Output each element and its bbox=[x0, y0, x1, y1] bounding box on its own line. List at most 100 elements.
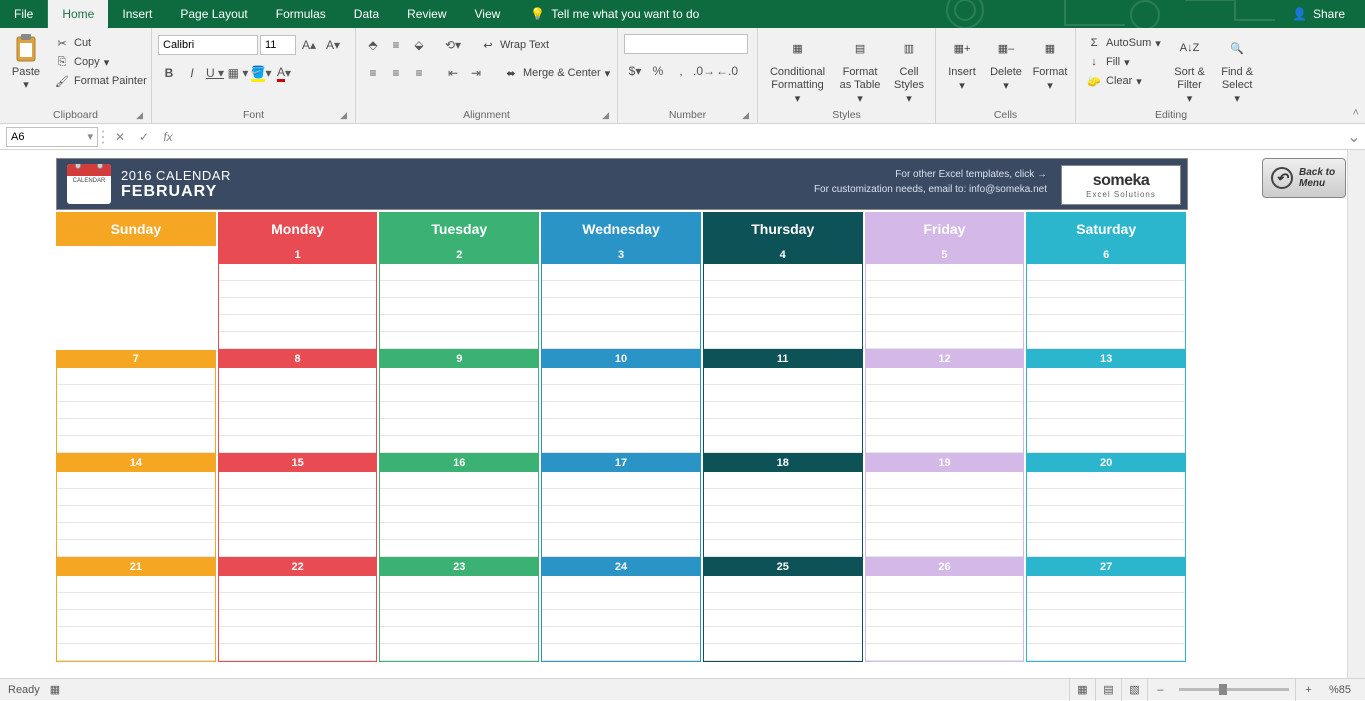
calendar-cell[interactable]: 23 bbox=[379, 558, 541, 662]
indent-increase-icon[interactable]: ⇥ bbox=[465, 62, 487, 84]
clipboard-dialog-icon[interactable]: ◢ bbox=[136, 110, 143, 121]
calendar-cell[interactable]: 5 bbox=[865, 246, 1027, 350]
copy-button[interactable]: ⎘Copy ▾ bbox=[50, 53, 151, 71]
tab-file[interactable]: File bbox=[0, 0, 48, 28]
view-normal-icon[interactable]: ▦ bbox=[1069, 679, 1095, 701]
calendar-cell[interactable]: 27 bbox=[1026, 558, 1188, 662]
find-select-button[interactable]: 🔍Find & Select▾ bbox=[1214, 30, 1260, 107]
calendar-cell[interactable]: 8 bbox=[218, 350, 380, 454]
calendar-cell[interactable]: 20 bbox=[1026, 454, 1188, 558]
delete-cells-button[interactable]: ▦–Delete▾ bbox=[986, 30, 1026, 94]
calendar-cell[interactable]: 14 bbox=[56, 454, 218, 558]
zoom-in-icon[interactable]: + bbox=[1295, 679, 1321, 701]
tab-formulas[interactable]: Formulas bbox=[262, 0, 340, 28]
calendar-cell[interactable]: 3 bbox=[541, 246, 703, 350]
decrease-decimal-icon[interactable]: ←.0 bbox=[716, 60, 738, 82]
calendar-cell[interactable]: 11 bbox=[703, 350, 865, 454]
conditional-formatting-button[interactable]: ▦Conditional Formatting▾ bbox=[764, 30, 831, 107]
calendar-cell[interactable]: 17 bbox=[541, 454, 703, 558]
align-top-icon[interactable]: ⬘ bbox=[362, 34, 384, 56]
sheet-scroll[interactable]: CALENDAR 2016 CALENDAR FEBRUARY For othe… bbox=[0, 150, 1347, 678]
align-right-icon[interactable]: ≡ bbox=[408, 62, 430, 84]
calendar-cell[interactable]: 6 bbox=[1026, 246, 1188, 350]
increase-decimal-icon[interactable]: .0→ bbox=[693, 60, 715, 82]
font-color-button[interactable]: A▾ bbox=[273, 62, 295, 84]
calendar-cell[interactable]: 15 bbox=[218, 454, 380, 558]
font-dialog-icon[interactable]: ◢ bbox=[340, 110, 347, 121]
insert-cells-button[interactable]: ▦+Insert▾ bbox=[942, 30, 982, 94]
calendar-cell[interactable]: 7 bbox=[56, 350, 218, 454]
calendar-cell[interactable]: 13 bbox=[1026, 350, 1188, 454]
number-format-combo[interactable] bbox=[624, 34, 748, 54]
fb-resize[interactable]: ⋮ bbox=[98, 124, 108, 150]
align-bottom-icon[interactable]: ⬙ bbox=[408, 34, 430, 56]
accounting-format-icon[interactable]: $▾ bbox=[624, 60, 646, 82]
percent-format-icon[interactable]: % bbox=[647, 60, 669, 82]
back-to-menu-button[interactable]: ↶ Back toMenu bbox=[1262, 158, 1346, 198]
tab-view[interactable]: View bbox=[461, 0, 515, 28]
calendar-cell[interactable]: 10 bbox=[541, 350, 703, 454]
format-painter-button[interactable]: 🖌Format Painter bbox=[50, 72, 151, 90]
calendar-cell[interactable]: 22 bbox=[218, 558, 380, 662]
font-size-combo[interactable] bbox=[260, 35, 296, 55]
calendar-cell[interactable]: 1 bbox=[218, 246, 380, 350]
view-page-layout-icon[interactable]: ▤ bbox=[1095, 679, 1121, 701]
align-center-icon[interactable]: ≡ bbox=[385, 62, 407, 84]
view-page-break-icon[interactable]: ▧ bbox=[1121, 679, 1147, 701]
collapse-ribbon-icon[interactable]: ˄ bbox=[1353, 107, 1359, 119]
vertical-scrollbar[interactable] bbox=[1347, 150, 1365, 678]
cut-button[interactable]: ✂Cut bbox=[50, 34, 151, 52]
align-left-icon[interactable]: ≡ bbox=[362, 62, 384, 84]
expand-formula-bar-icon[interactable]: ⌄ bbox=[1343, 127, 1365, 147]
indent-decrease-icon[interactable]: ⇤ bbox=[442, 62, 464, 84]
number-dialog-icon[interactable]: ◢ bbox=[742, 110, 749, 121]
share-button[interactable]: 👤 Share bbox=[1284, 0, 1353, 28]
comma-format-icon[interactable]: , bbox=[670, 60, 692, 82]
formula-input[interactable] bbox=[180, 127, 1343, 147]
fx-icon[interactable]: fx bbox=[156, 124, 180, 150]
zoom-slider[interactable] bbox=[1179, 688, 1289, 691]
format-cells-button[interactable]: ▦Format▾ bbox=[1030, 30, 1070, 94]
underline-button[interactable]: U ▾ bbox=[204, 62, 226, 84]
calendar-cell[interactable]: 19 bbox=[865, 454, 1027, 558]
tab-page-layout[interactable]: Page Layout bbox=[166, 0, 261, 28]
alignment-dialog-icon[interactable]: ◢ bbox=[602, 110, 609, 121]
paste-button[interactable]: Paste▾ bbox=[6, 30, 46, 94]
shrink-font-icon[interactable]: A▾ bbox=[322, 34, 344, 56]
tab-home[interactable]: Home bbox=[48, 0, 108, 28]
tab-insert[interactable]: Insert bbox=[108, 0, 166, 28]
calendar-cell[interactable]: 21 bbox=[56, 558, 218, 662]
sort-filter-button[interactable]: A↓ZSort & Filter▾ bbox=[1169, 30, 1210, 107]
calendar-cell[interactable]: 16 bbox=[379, 454, 541, 558]
clear-button[interactable]: 🧽Clear ▾ bbox=[1082, 72, 1165, 90]
fill-color-button[interactable]: 🪣▾ bbox=[250, 62, 272, 84]
tab-review[interactable]: Review bbox=[393, 0, 460, 28]
grow-font-icon[interactable]: A▴ bbox=[298, 34, 320, 56]
calendar-cell[interactable]: 18 bbox=[703, 454, 865, 558]
calendar-cell[interactable]: 25 bbox=[703, 558, 865, 662]
bold-button[interactable]: B bbox=[158, 62, 180, 84]
calendar-cell[interactable]: 9 bbox=[379, 350, 541, 454]
font-name-combo[interactable] bbox=[158, 35, 258, 55]
cell-styles-button[interactable]: ▥Cell Styles▾ bbox=[889, 30, 929, 107]
fill-button[interactable]: ↓Fill ▾ bbox=[1082, 53, 1165, 71]
calendar-cell[interactable]: 26 bbox=[865, 558, 1027, 662]
orientation-icon[interactable]: ⟲▾ bbox=[442, 34, 464, 56]
cancel-formula-icon[interactable]: ✕ bbox=[108, 124, 132, 150]
calendar-cell[interactable]: 12 bbox=[865, 350, 1027, 454]
calendar-cell[interactable]: 4 bbox=[703, 246, 865, 350]
enter-formula-icon[interactable]: ✓ bbox=[132, 124, 156, 150]
name-box[interactable]: A6▾ bbox=[6, 127, 98, 147]
calendar-cell[interactable]: 2 bbox=[379, 246, 541, 350]
autosum-button[interactable]: ΣAutoSum ▾ bbox=[1082, 34, 1165, 52]
macro-record-icon[interactable]: ▦ bbox=[50, 683, 60, 696]
align-middle-icon[interactable]: ≡ bbox=[385, 34, 407, 56]
calendar-cell[interactable]: 24 bbox=[541, 558, 703, 662]
tab-data[interactable]: Data bbox=[340, 0, 393, 28]
calendar-cell[interactable] bbox=[56, 246, 218, 350]
format-as-table-button[interactable]: ▤Format as Table▾ bbox=[835, 30, 885, 107]
wrap-text-button[interactable]: ↩Wrap Text bbox=[476, 34, 553, 56]
tell-me-search[interactable]: 💡 Tell me what you want to do bbox=[530, 7, 699, 21]
borders-button[interactable]: ▦ ▾ bbox=[227, 62, 249, 84]
zoom-out-icon[interactable]: – bbox=[1147, 679, 1173, 701]
